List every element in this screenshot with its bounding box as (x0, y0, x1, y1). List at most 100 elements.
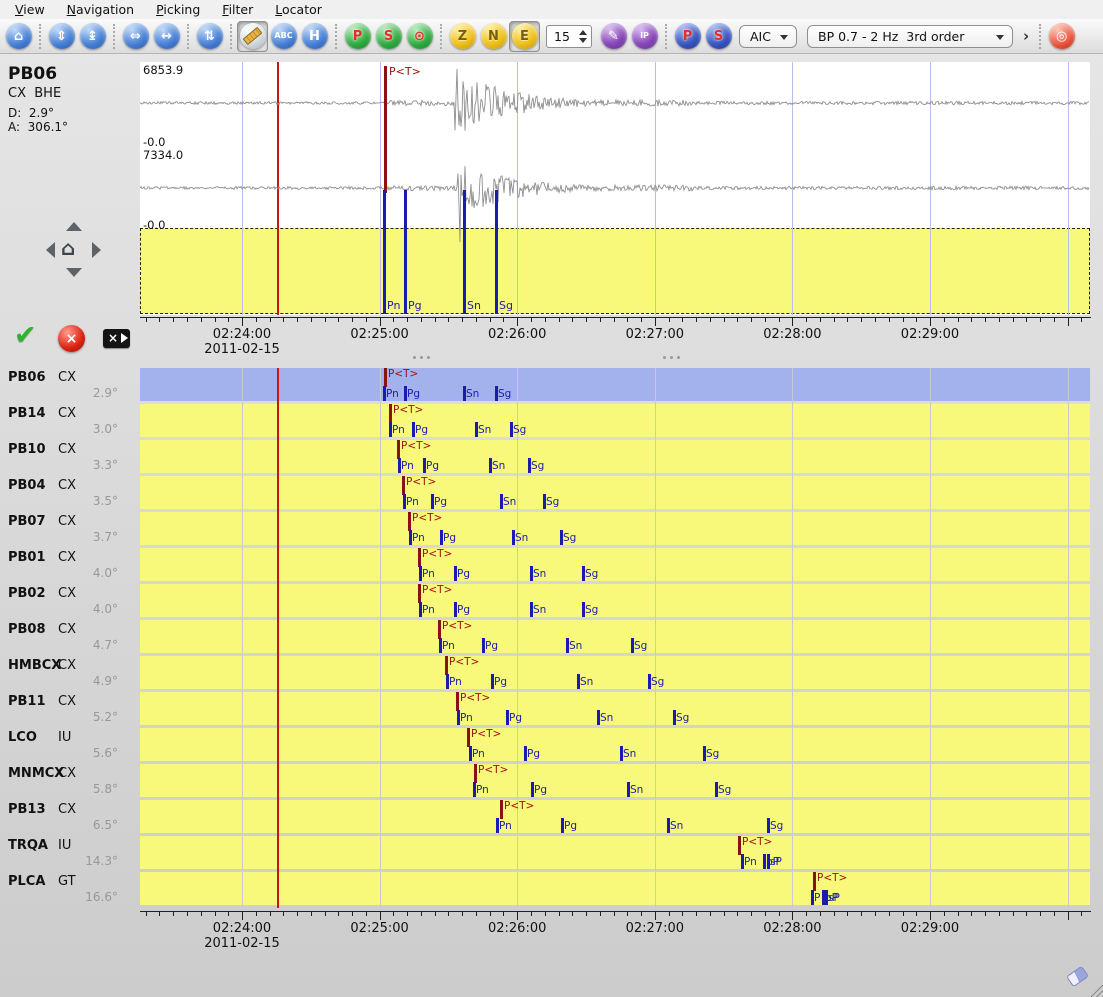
station-row-pb04: PB04CX3.5°P<T>PnPgSnSg (0, 476, 1090, 512)
minute-gridline (792, 368, 793, 908)
trace-row-pb02[interactable]: P<T>PnPgSnSg (140, 584, 1090, 617)
align-p-button[interactable]: P (342, 21, 373, 52)
amplitude-zoom-out-button[interactable]: ↨ (77, 21, 108, 52)
eraser-icon[interactable] (1066, 966, 1089, 988)
pick-marker[interactable] (384, 368, 387, 387)
pick-marker[interactable] (738, 836, 741, 855)
discard-trace-button[interactable]: × (103, 329, 130, 348)
trace-row-pb04[interactable]: P<T>PnPgSnSg (140, 476, 1090, 509)
trace-row-pb07[interactable]: P<T>PnPgSnSg (140, 512, 1090, 545)
pick-marker[interactable] (384, 66, 387, 193)
axis-tick (847, 912, 848, 916)
menu-filter[interactable]: Filter (211, 0, 264, 20)
axis-tick-label: 02:28:00 (763, 921, 821, 936)
toolbar-overflow-button[interactable]: › (1023, 27, 1029, 45)
pick-marker[interactable] (467, 728, 470, 747)
align-origin-button[interactable]: ⊙ (404, 21, 435, 52)
trace-row-mnmcx[interactable]: P<T>PnPgSnSg (140, 764, 1090, 797)
trace-row-pb10[interactable]: P<T>PnPgSnSg (140, 440, 1090, 473)
pan-left-button[interactable] (46, 242, 55, 258)
station-network: CX (58, 478, 76, 493)
phase-label: Sn (670, 820, 683, 832)
resize-grip[interactable] (1086, 980, 1103, 997)
phase-label: Sn (533, 568, 546, 580)
spinner-arrows-icon[interactable] (579, 30, 587, 43)
pick-marker[interactable] (397, 440, 400, 459)
pan-home-button[interactable]: ⌂ (61, 236, 75, 260)
trace-row-pb14[interactable]: P<T>PnPgSnSg (140, 404, 1090, 437)
align-h-button[interactable]: H (299, 21, 330, 52)
pick-marker[interactable] (418, 548, 421, 567)
phase-label: Pg (485, 640, 498, 652)
trace-count-spinbox[interactable]: 15 (546, 25, 592, 48)
amplitude-zoom-in-button[interactable]: ⇕ (46, 21, 77, 52)
trace-row-pb01[interactable]: P<T>PnPgSnSg (140, 548, 1090, 581)
trace-row-plca[interactable]: P<T>PpPsP (140, 872, 1090, 905)
filter-select[interactable]: BP 0.7 - 2 Hz 3rd order (807, 25, 1013, 48)
trace-row-pb08[interactable]: P<T>PnPgSnSg (140, 620, 1090, 653)
station-distance: 16.6° (0, 890, 118, 904)
axis-tick (366, 318, 367, 322)
trace-row-lco[interactable]: P<T>PnPgSnSg (140, 728, 1090, 761)
pick-marker[interactable] (445, 656, 448, 675)
menu-view[interactable]: View (4, 0, 56, 20)
station-network: CX (58, 658, 76, 673)
component-e-button[interactable]: E (509, 21, 540, 52)
axis-tick-label: 02:28:00 (763, 327, 821, 342)
phase-label: P (814, 892, 820, 904)
time-zoom-in-button[interactable]: ⇔ (120, 21, 151, 52)
axis-tick (999, 318, 1000, 322)
measure-ruler-button[interactable] (237, 21, 268, 52)
pick-marker[interactable] (438, 620, 441, 639)
axis-tick (916, 912, 917, 916)
phase-label: Pn (412, 532, 425, 544)
pick-marker[interactable] (418, 584, 421, 603)
zoom-trace-view[interactable]: 6853.9 -0.0 7334.0 -0.0 P<T>PnPgSnSg (140, 62, 1090, 315)
pick-label: P<T> (388, 368, 418, 380)
splitter-handle[interactable] (413, 356, 430, 359)
pan-down-button[interactable] (66, 268, 82, 277)
trace-row-pb06[interactable]: P<T>PnPgSnSg (140, 368, 1090, 401)
accept-button[interactable]: ✔ (14, 320, 37, 351)
pick-marker[interactable] (813, 872, 816, 891)
splitter-handle[interactable] (663, 356, 680, 359)
theoretical-p-button[interactable]: P (672, 21, 703, 52)
axis-tick-label: 02:25:00 (350, 327, 408, 342)
axis-tick (1081, 912, 1082, 916)
axis-tick (559, 912, 560, 916)
station-row-pb02: PB02CX4.0°P<T>PnPgSnSg (0, 584, 1090, 620)
pick-marker[interactable] (474, 764, 477, 783)
reset-view-button[interactable]: ⇅ (194, 21, 225, 52)
pan-right-button[interactable] (92, 242, 101, 258)
align-s-button[interactable]: S (373, 21, 404, 52)
trace-row-trqa[interactable]: P<T>PnpPsP (140, 836, 1090, 869)
home-button[interactable]: ⌂ (3, 21, 34, 52)
pick-marker[interactable] (389, 404, 392, 423)
cancel-button[interactable]: × (58, 325, 85, 352)
pick-ip-button[interactable]: IP (629, 21, 660, 52)
axis-tick (737, 912, 738, 916)
pick-marker[interactable] (456, 692, 459, 711)
label-abc-button[interactable]: ABC (268, 21, 299, 52)
pick-marker[interactable] (402, 476, 405, 495)
pan-up-button[interactable] (66, 222, 82, 231)
menu-picking[interactable]: Picking (145, 0, 211, 20)
phase-label: Pg (426, 460, 439, 472)
relocate-button[interactable]: ◎ (1046, 21, 1077, 52)
pick-pencil-button[interactable]: ✎ (598, 21, 629, 52)
theoretical-s-button[interactable]: S (703, 21, 734, 52)
trace-row-pb13[interactable]: P<T>PnPgSnSg (140, 800, 1090, 833)
axis-tick (1040, 318, 1041, 322)
axis-tick (380, 912, 381, 920)
time-zoom-out-button[interactable]: ↔ (151, 21, 182, 52)
picker-select[interactable]: AIC (739, 25, 797, 48)
pick-marker[interactable] (408, 512, 411, 531)
menu-locator[interactable]: Locator (264, 0, 333, 20)
component-n-button[interactable]: N (478, 21, 509, 52)
menu-navigation[interactable]: Navigation (56, 0, 145, 20)
trace-row-pb11[interactable]: P<T>PnPgSnSg (140, 692, 1090, 725)
ruler-icon (243, 27, 263, 45)
pick-marker[interactable] (500, 800, 503, 819)
trace-row-hmbcx[interactable]: P<T>PnPgSnSg (140, 656, 1090, 689)
component-z-button[interactable]: Z (447, 21, 478, 52)
